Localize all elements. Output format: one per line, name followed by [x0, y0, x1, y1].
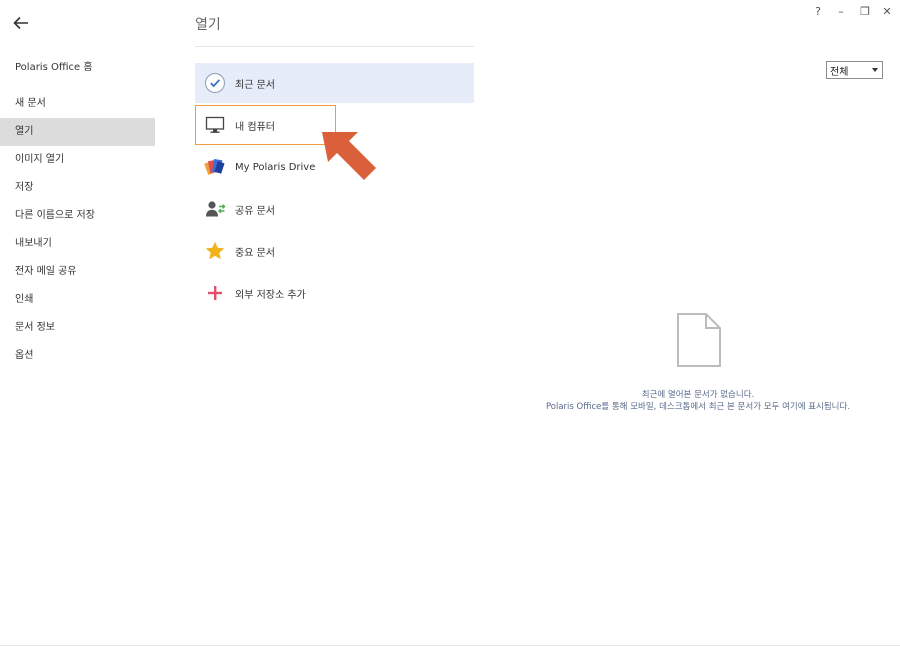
- title-divider: [195, 46, 474, 47]
- empty-state-message: 최근에 열어본 문서가 없습니다. Polaris Office를 통해 모바일…: [500, 389, 896, 413]
- empty-state-line1: 최근에 열어본 문서가 없습니다.: [641, 390, 755, 400]
- sidebar-item-export[interactable]: 내보내기: [0, 230, 155, 258]
- sidebar-item-print[interactable]: 인쇄: [0, 286, 155, 314]
- location-important-documents[interactable]: 중요 문서: [195, 231, 474, 271]
- location-label: 내 컴퓨터: [235, 121, 275, 133]
- location-label: 최근 문서: [235, 79, 275, 91]
- bottom-divider: [0, 645, 900, 646]
- sidebar-item-save[interactable]: 저장: [0, 174, 155, 202]
- monitor-icon: [204, 114, 226, 136]
- check-circle-icon: [204, 72, 226, 94]
- page-title: 열기: [195, 17, 221, 33]
- sidebar-item-document-info[interactable]: 문서 정보: [0, 314, 155, 342]
- location-label: My Polaris Drive: [235, 161, 316, 173]
- location-recent-documents[interactable]: 최근 문서: [195, 63, 474, 103]
- back-arrow-icon[interactable]: [10, 12, 32, 34]
- polaris-drive-icon: [204, 156, 226, 178]
- annotation-arrow-icon: [318, 128, 380, 190]
- sidebar-item-email-share[interactable]: 전자 메일 공유: [0, 258, 155, 286]
- sidebar-item-options[interactable]: 옵션: [0, 342, 155, 370]
- sidebar-item-new-document[interactable]: 새 문서: [0, 90, 155, 118]
- star-icon: [204, 240, 226, 262]
- location-label: 공유 문서: [235, 205, 275, 217]
- plus-icon: [204, 282, 226, 304]
- sidebar-item-open-image[interactable]: 이미지 열기: [0, 146, 155, 174]
- sidebar-item-open[interactable]: 열기: [0, 118, 155, 146]
- shared-user-icon: [204, 198, 226, 220]
- close-button[interactable]: ✕: [880, 4, 894, 18]
- filter-selected-value: 전체: [830, 66, 849, 78]
- location-label: 중요 문서: [235, 247, 275, 259]
- minimize-button[interactable]: –: [834, 4, 848, 18]
- sidebar-item-home[interactable]: Polaris Office 홈: [0, 54, 155, 82]
- location-my-computer[interactable]: 내 컴퓨터: [195, 105, 336, 145]
- sidebar-menu: Polaris Office 홈 새 문서 열기 이미지 열기 저장 다른 이름…: [0, 54, 155, 370]
- restore-button[interactable]: ❐: [858, 4, 872, 18]
- empty-document-icon: [676, 312, 722, 368]
- document-filter-select[interactable]: 전체: [826, 61, 883, 79]
- location-add-external-storage[interactable]: 외부 저장소 추가: [195, 273, 474, 313]
- empty-state-line2: Polaris Office를 통해 모바일, 데스크톱에서 최근 본 문서가 …: [545, 402, 851, 412]
- sidebar-item-save-as[interactable]: 다른 이름으로 저장: [0, 202, 155, 230]
- chevron-down-icon: [872, 68, 878, 72]
- location-shared-documents[interactable]: 공유 문서: [195, 189, 474, 229]
- help-button[interactable]: ?: [811, 4, 825, 18]
- location-label: 외부 저장소 추가: [235, 289, 306, 301]
